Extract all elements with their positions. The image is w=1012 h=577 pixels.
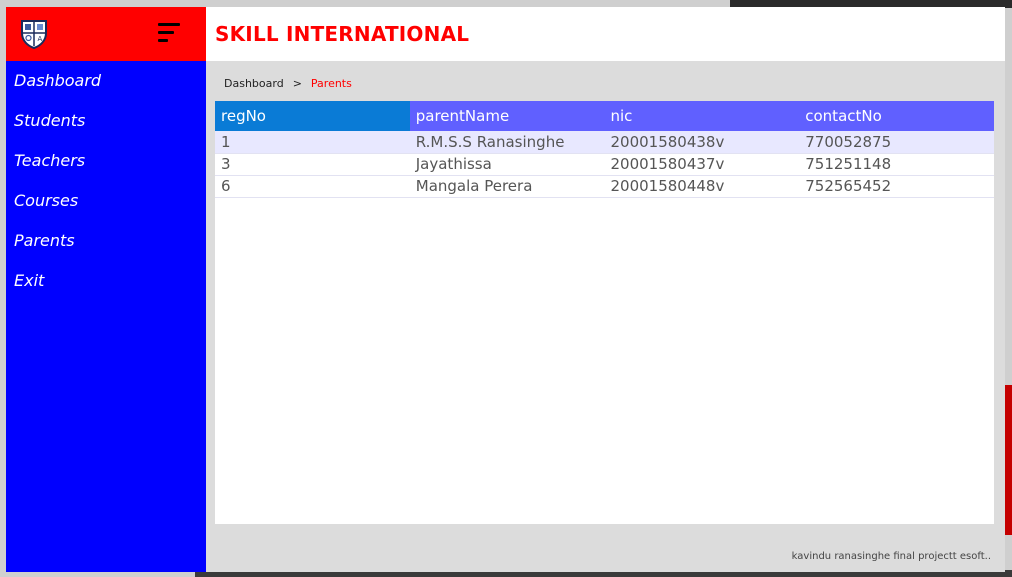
logo-bar: A [6, 7, 206, 61]
cell-parentname: R.M.S.S Ranasinghe [409, 131, 605, 154]
school-crest-logo: A [21, 20, 47, 49]
cell-contactno: 751251148 [799, 153, 994, 176]
parents-table-panel: regNo parentName nic contactNo 1 R.M.S.S… [215, 101, 994, 524]
cell-nic: 20001580438v [604, 131, 800, 154]
app-window: A Dashboard Students Teachers Courses Pa… [6, 7, 1005, 572]
svg-text:A: A [38, 35, 43, 43]
sidebar-nav: Dashboard Students Teachers Courses Pare… [6, 61, 206, 301]
column-header-contactno[interactable]: contactNo [799, 101, 994, 131]
hamburger-menu-icon [158, 23, 180, 26]
table-row[interactable]: 6 Mangala Perera 20001580448v 752565452 [215, 175, 994, 198]
cell-nic: 20001580437v [604, 153, 800, 176]
cell-contactno: 770052875 [799, 131, 994, 154]
background-photo-right [1005, 385, 1012, 535]
cell-contactno: 752565452 [799, 175, 994, 198]
sidebar-item-exit[interactable]: Exit [6, 261, 206, 301]
cell-regno: 1 [215, 131, 410, 154]
cell-regno: 3 [215, 153, 410, 176]
column-header-regno[interactable]: regNo [215, 101, 410, 131]
table-header-row: regNo parentName nic contactNo [215, 101, 994, 131]
sidebar-item-students[interactable]: Students [6, 101, 206, 141]
cell-parentname: Jayathissa [409, 153, 605, 176]
page-title: SKILL INTERNATIONAL [215, 22, 470, 46]
sidebar-item-courses[interactable]: Courses [6, 181, 206, 221]
column-header-nic[interactable]: nic [604, 101, 800, 131]
cell-nic: 20001580448v [604, 175, 800, 198]
sidebar: A Dashboard Students Teachers Courses Pa… [6, 7, 206, 572]
breadcrumb-separator: > [292, 77, 302, 90]
footer-credit: kavindu ranasinghe final projectt esoft.… [791, 551, 991, 562]
cell-parentname: Mangala Perera [409, 175, 605, 198]
parents-table: regNo parentName nic contactNo 1 R.M.S.S… [215, 101, 994, 198]
sidebar-item-parents[interactable]: Parents [6, 221, 206, 261]
cell-regno: 6 [215, 175, 410, 198]
table-row[interactable]: 3 Jayathissa 20001580437v 751251148 [215, 153, 994, 176]
breadcrumb-current: Parents [310, 77, 352, 90]
header: SKILL INTERNATIONAL [206, 7, 1005, 61]
column-header-parentname[interactable]: parentName [409, 101, 605, 131]
sidebar-item-teachers[interactable]: Teachers [6, 141, 206, 181]
sidebar-item-dashboard[interactable]: Dashboard [6, 61, 206, 101]
hamburger-menu-button[interactable] [158, 23, 184, 45]
breadcrumb: Dashboard > Parents [224, 77, 352, 90]
table-row[interactable]: 1 R.M.S.S Ranasinghe 20001580438v 770052… [215, 131, 994, 154]
breadcrumb-dashboard[interactable]: Dashboard [224, 77, 284, 90]
